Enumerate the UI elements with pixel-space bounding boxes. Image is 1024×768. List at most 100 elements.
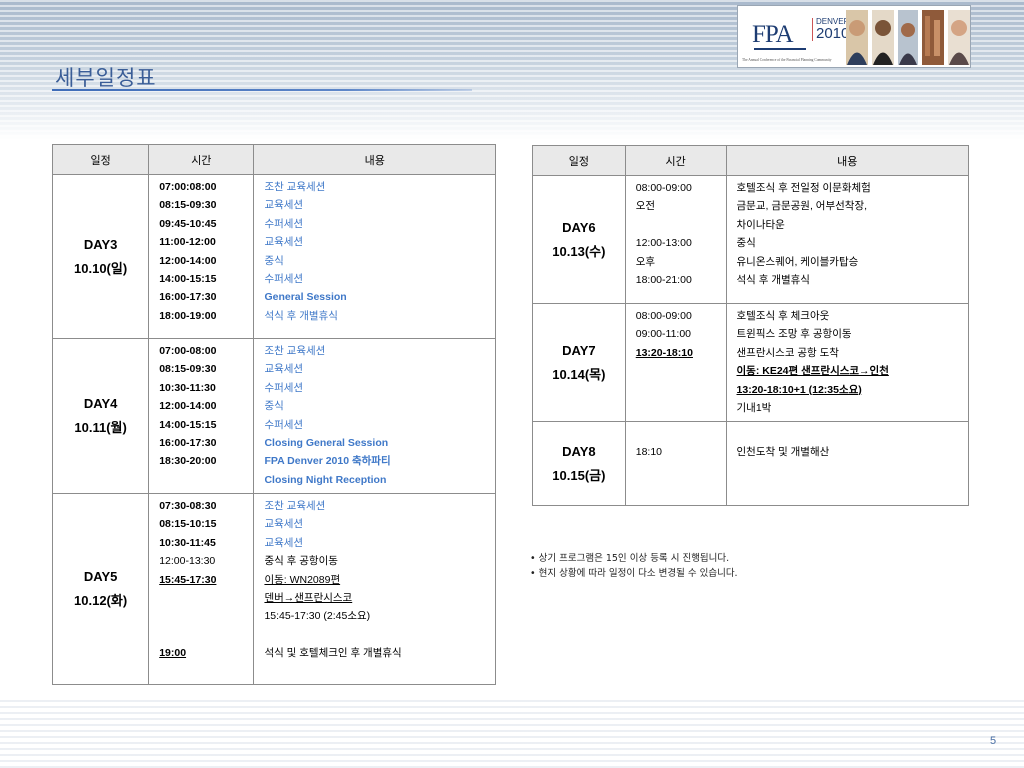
day-cell: DAY6 10.13(수) xyxy=(532,175,626,304)
day-label: DAY7 xyxy=(562,342,596,358)
time-entry: 14:00-15:15 xyxy=(159,272,217,285)
content-entry: 조찬 교육세션 xyxy=(264,181,326,193)
content-entry: 석식 및 호텔체크인 후 개별휴식 xyxy=(264,647,402,660)
time-entry: 08:15-10:15 xyxy=(159,518,217,531)
content-cell: 조찬 교육세션 교육세션 수퍼세션 중식 수퍼세션 Closing Genera… xyxy=(253,338,496,494)
content-entry: 교육세션 xyxy=(264,199,304,212)
title-underline xyxy=(52,89,472,91)
table-header-row: 일정 시간 내용 xyxy=(532,145,970,176)
content-cell: 인천도착 및 개별해산 xyxy=(725,421,970,506)
content-entry: 15:45-17:30 (2:45소요) xyxy=(264,610,371,623)
time-entry: 11:00-12:00 xyxy=(159,236,216,249)
content-entry: 기내1박 xyxy=(736,401,772,414)
content-entry: 교육세션 xyxy=(264,363,304,376)
content-entry: 이동: WN2089편 xyxy=(264,573,341,586)
time-entry: 15:45-17:30 xyxy=(159,573,217,586)
content-entry: 수퍼세션 xyxy=(264,217,304,230)
header-date: 일정 xyxy=(51,144,150,175)
time-entry: 18:00-19:00 xyxy=(159,309,217,322)
day-label: DAY5 xyxy=(83,569,118,584)
header-time: 시간 xyxy=(624,145,727,176)
time-entry: 09:00-11:00 xyxy=(635,328,692,341)
content-entry: 호텔조식 후 체크아웃 xyxy=(736,310,830,322)
schedule-table-left: 일정 시간 내용 DAY3 10.10(일) 07:00:08:00 08:15… xyxy=(51,144,496,685)
time-entry: 12:00-14:00 xyxy=(159,254,217,267)
content-entry: 유니온스퀘어, 케이블카탑승 xyxy=(736,255,859,268)
time-entry: 10:30-11:30 xyxy=(159,381,216,394)
schedule-table-right: 일정 시간 내용 DAY6 10.13(수) 08:00-09:00 오전 12… xyxy=(532,145,970,506)
day-cell: DAY5 10.12(화) xyxy=(51,493,150,685)
time-cell: 18:10 xyxy=(624,421,727,506)
day-date: 10.15(금) xyxy=(552,467,606,483)
time-entry: 13:20-18:10 xyxy=(635,346,693,359)
day-date: 10.13(수) xyxy=(552,243,606,259)
logo-swoosh xyxy=(754,48,806,50)
content-entry: 조찬 교육세션 xyxy=(264,345,326,357)
content-entry: 수퍼세션 xyxy=(264,418,304,431)
content-entry: 석식 후 개별휴식 xyxy=(736,273,810,286)
content-cell: 조찬 교육세션 교육세션 교육세션 중식 후 공항이동 이동: WN2089편 … xyxy=(253,493,496,685)
content-entry: 차이나타운 xyxy=(736,218,785,231)
page-title: 세부일정표 xyxy=(55,66,157,90)
content-entry: 중식 후 공항이동 xyxy=(264,555,338,568)
logo-people-photos xyxy=(846,10,970,65)
table-row-day7: DAY7 10.14(목) 08:00-09:00 09:00-11:00 13… xyxy=(532,303,970,422)
time-entry xyxy=(159,626,253,644)
time-entry xyxy=(159,607,253,625)
time-entry: 12:00-13:00 xyxy=(635,237,692,250)
content-entry: General Session xyxy=(264,291,347,304)
time-entry: 16:00-17:30 xyxy=(159,436,217,449)
logo-event-year: 2010 xyxy=(816,25,850,42)
table-row-day3: DAY3 10.10(일) 07:00:08:00 08:15-09:30 09… xyxy=(51,174,496,339)
content-entry: 샌프란시스코 공항 도착 xyxy=(736,346,839,359)
day-label: DAY6 xyxy=(562,219,596,235)
content-entry: 교육세션 xyxy=(264,236,304,249)
time-entry: 08:00-09:00 xyxy=(635,182,692,194)
footer-background xyxy=(0,700,1024,768)
content-entry: 수퍼세션 xyxy=(264,272,304,285)
time-entry: 07:30-08:30 xyxy=(159,500,217,512)
content-entry: 호텔조식 후 전일정 이문화체험 xyxy=(736,182,871,194)
time-cell: 07:00-08:00 08:15-09:30 10:30-11:30 12:0… xyxy=(148,338,255,494)
time-entry: 08:15-09:30 xyxy=(159,363,217,376)
table-header-row: 일정 시간 내용 xyxy=(51,144,496,175)
page-number: 5 xyxy=(990,735,997,747)
day-cell: DAY4 10.11(월) xyxy=(51,338,150,494)
header-date: 일정 xyxy=(532,145,626,176)
time-entry: 오후 xyxy=(635,255,656,268)
day-cell: DAY7 10.14(목) xyxy=(532,303,626,422)
content-entry: 교육세션 xyxy=(264,518,304,531)
content-entry: 금문교, 금문공원, 어부선착장, xyxy=(736,200,868,213)
day-date: 10.12(화) xyxy=(74,593,128,608)
content-entry: 석식 후 개별휴식 xyxy=(264,309,338,322)
time-entry: 12:00-13:30 xyxy=(159,555,216,568)
time-entry: 오전 xyxy=(635,200,656,213)
content-entry: 중식 xyxy=(736,237,756,250)
content-entry: 수퍼세션 xyxy=(264,381,304,394)
logo-brand: FPA xyxy=(752,21,794,48)
content-entry: 교육세션 xyxy=(264,536,304,549)
day-label: DAY3 xyxy=(83,236,118,252)
day-cell: DAY8 10.15(금) xyxy=(532,421,626,506)
time-entry: 10:30-11:45 xyxy=(159,536,216,549)
time-entry xyxy=(159,589,253,607)
table-row-day8: DAY8 10.15(금) 18:10 인천도착 및 개별해산 xyxy=(532,421,970,506)
logo-event: DENVER 2010 xyxy=(812,18,849,41)
time-entry: 18:00-21:00 xyxy=(635,273,692,286)
content-cell: 호텔조식 후 전일정 이문화체험 금문교, 금문공원, 어부선착장, 차이나타운… xyxy=(725,175,970,304)
table-row-day6: DAY6 10.13(수) 08:00-09:00 오전 12:00-13:00… xyxy=(532,175,970,304)
content-entry: FPA Denver 2010 축하파티 xyxy=(264,455,391,468)
time-entry xyxy=(636,216,726,234)
content-entry: 인천도착 및 개별해산 xyxy=(736,446,830,458)
time-cell: 07:00:08:00 08:15-09:30 09:45-10:45 11:0… xyxy=(148,174,255,339)
table-row-day5: DAY5 10.12(화) 07:30-08:30 08:15-10:15 10… xyxy=(51,493,496,685)
day-cell: DAY3 10.10(일) xyxy=(51,174,150,339)
day-label: DAY8 xyxy=(562,443,596,459)
time-entry: 08:00-09:00 xyxy=(635,310,692,322)
time-cell: 08:00-09:00 오전 12:00-13:00 오후 18:00-21:0… xyxy=(624,175,727,304)
time-entry: 19:00 xyxy=(159,647,187,660)
time-entry: 08:15-09:30 xyxy=(159,199,217,212)
content-entry: 중식 xyxy=(264,400,284,413)
day-date: 10.14(목) xyxy=(552,366,606,382)
time-entry: 09:45-10:45 xyxy=(159,217,217,230)
